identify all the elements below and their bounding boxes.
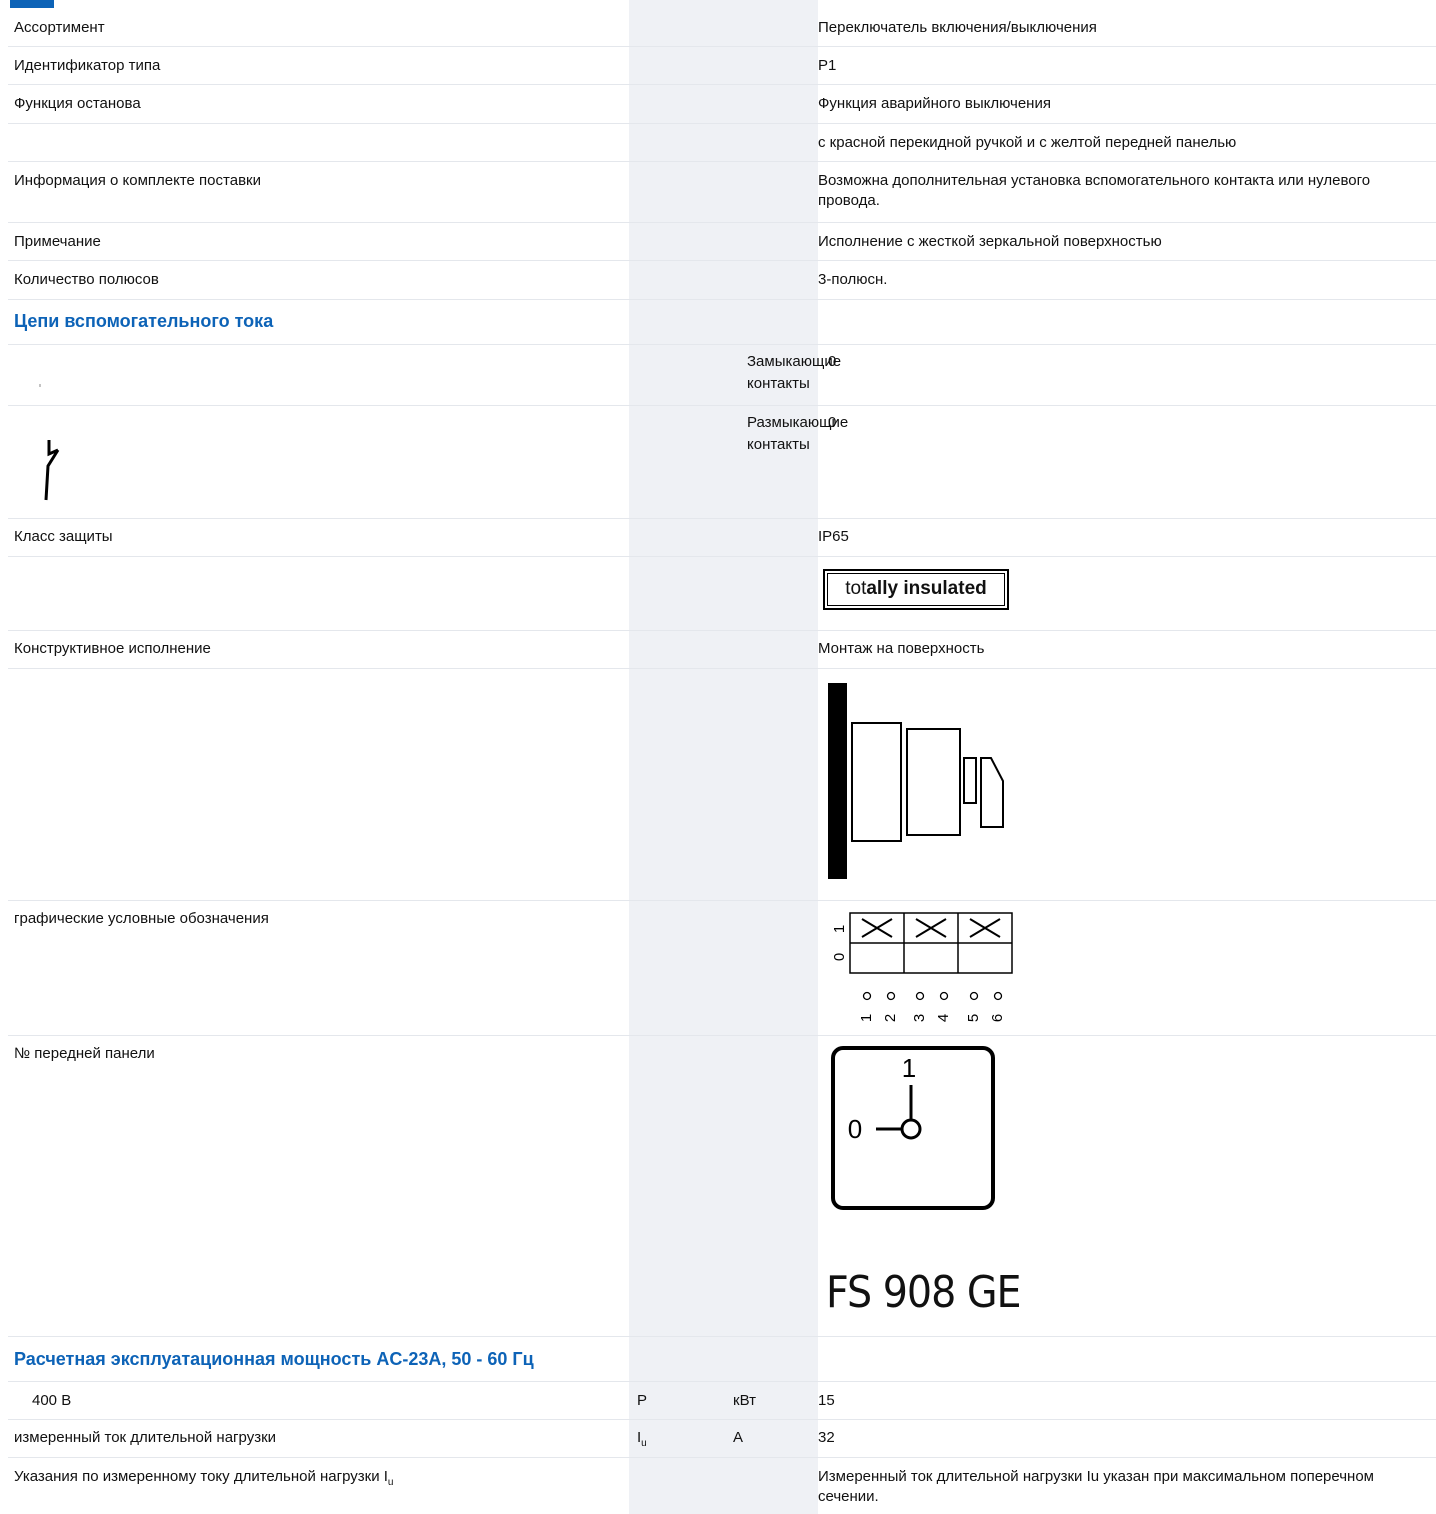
surface-mount-drawing-icon (828, 683, 1004, 879)
row-no-contacts: Замыкающие контакты 0 (8, 345, 1436, 406)
row-label: 400 В (32, 1392, 72, 1409)
row-value: IP65 (818, 528, 849, 545)
row-note: Примечание Исполнение с жесткой зеркальн… (8, 223, 1436, 261)
no-contacts-value: 0 (828, 353, 837, 370)
badge-text-part: tot (845, 578, 867, 599)
nc-contacts-value: 0 (828, 414, 837, 431)
terminal-label: 1 (858, 1014, 875, 1022)
contact-diagram-icon: 1 0 1 2 3 4 5 6 (831, 912, 1013, 1022)
row-label: № передней панели (14, 1045, 155, 1062)
row-value: Монтаж на поверхность (818, 640, 985, 657)
diagram-position-label: 0 (831, 953, 848, 961)
row-label: Функция останова (14, 95, 141, 112)
row-label: Конструктивное исполнение (14, 640, 211, 657)
nc-contact-icon (44, 440, 60, 501)
no-contacts-label: Замыкающие контакты (747, 353, 842, 392)
row-value: Измеренный ток длительной нагрузки Iu ук… (818, 1468, 1374, 1505)
row-assortment: Ассортимент Переключатель включения/выкл… (8, 9, 1436, 47)
row-stop-function-extra: с красной перекидной ручкой и с желтой п… (8, 124, 1436, 162)
row-value: Исполнение с жесткой зеркальной поверхно… (818, 233, 1162, 250)
section-title: Цепи вспомогательного тока (14, 311, 274, 331)
row-value: 3-полюсн. (818, 271, 888, 288)
row-value: Возможна дополнительная установка вспомо… (818, 172, 1371, 209)
row-label: графические условные обозначения (14, 910, 269, 927)
badge-text-part: insulated (903, 578, 987, 599)
row-label: Примечание (14, 233, 101, 250)
section-heading-fragment (10, 0, 54, 8)
row-nc-contacts: Размыкающие контакты 0 (8, 406, 1436, 519)
row-label: Количество полюсов (14, 271, 159, 288)
row-stop-function: Функция останова Функция аварийного выкл… (8, 85, 1436, 124)
nc-contacts-label: Размыкающие контакты (747, 414, 849, 453)
row-value: с красной перекидной ручкой и с желтой п… (818, 134, 1237, 151)
row-label: Класс защиты (14, 528, 113, 545)
front-plate-code: FS 908 GE (826, 1267, 1021, 1318)
row-power-400v: 400 В P кВт 15 (8, 1382, 1436, 1420)
row-value: Переключатель включения/выключения (818, 19, 1097, 36)
row-rated-current: измеренный ток длительной нагрузки Iu A … (8, 1420, 1436, 1458)
terminal-label: 6 (989, 1014, 1006, 1022)
totally-insulated-badge: totally insulated (823, 569, 1009, 610)
row-current-note: Указания по измеренному току длительной … (8, 1458, 1436, 1514)
terminal-label: 2 (882, 1014, 899, 1022)
label-sub: u (387, 1477, 394, 1488)
row-poles: Количество полюсов 3-полюсн. (8, 261, 1436, 300)
row-label: Ассортимент (14, 19, 105, 36)
symbol-sub: u (641, 1438, 647, 1449)
row-symbol: P (637, 1392, 648, 1409)
badge-text-part: ally (866, 578, 899, 599)
label-main: Указания по измеренному току длительной … (14, 1468, 388, 1485)
terminal-label: 3 (911, 1014, 928, 1022)
row-value: P1 (818, 57, 837, 74)
plate-position-left: 0 (848, 1114, 862, 1144)
row-label: Указания по измеренному току длительной … (14, 1467, 393, 1493)
plate-position-top: 1 (902, 1053, 916, 1083)
row-unit: кВт (733, 1392, 756, 1409)
section-aux-circuits: Цепи вспомогательного тока (8, 300, 1436, 345)
row-value: 32 (818, 1429, 835, 1446)
row-symbol: Iu (637, 1428, 647, 1454)
front-plate-icon: 1 0 (831, 1046, 995, 1210)
no-contact-icon (39, 384, 41, 387)
row-mounting-drawing (8, 669, 1436, 901)
row-front-panel: № передней панели 1 0 FS 908 GE (8, 1036, 1436, 1337)
row-value: Функция аварийного выключения (818, 95, 1051, 112)
row-label: Информация о комплекте поставки (14, 172, 261, 189)
row-unit: A (733, 1429, 744, 1446)
terminal-label: 4 (935, 1014, 952, 1022)
section-rated-power: Расчетная эксплуатационная мощность AC-2… (8, 1337, 1436, 1382)
terminal-label: 5 (965, 1014, 982, 1022)
row-label: измеренный ток длительной нагрузки (14, 1429, 277, 1446)
row-delivery: Информация о комплекте поставки Возможна… (8, 162, 1436, 223)
row-label: Идентификатор типа (14, 57, 161, 74)
row-type-id: Идентификатор типа P1 (8, 47, 1436, 85)
row-switch-symbols: графические условные обозначения 1 0 1 2… (8, 901, 1436, 1036)
section-title: Расчетная эксплуатационная мощность AC-2… (14, 1349, 534, 1369)
row-value: 15 (818, 1392, 835, 1409)
diagram-position-label: 1 (831, 925, 848, 933)
row-protection: Класс защиты IP65 (8, 519, 1436, 557)
row-design: Конструктивное исполнение Монтаж на пове… (8, 631, 1436, 669)
row-insulation-badge: totally insulated (8, 557, 1436, 631)
